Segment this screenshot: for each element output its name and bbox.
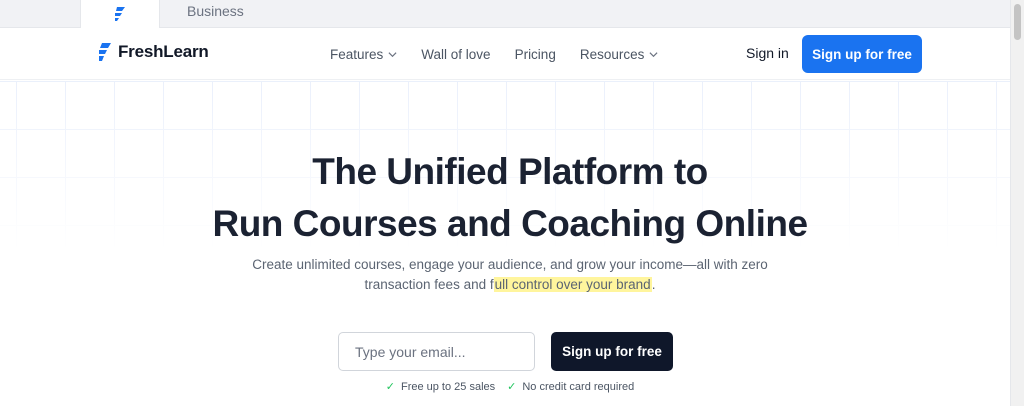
subtitle-highlight: ull control over your brand xyxy=(493,277,652,292)
nav-item-label: Wall of love xyxy=(421,46,491,62)
signup-button-header[interactable]: Sign up for free xyxy=(802,35,922,73)
hero-subtitle-line-2: transaction fees and full control over y… xyxy=(0,275,1010,295)
subtitle-suffix: . xyxy=(651,277,656,292)
nav-item-wall-of-love[interactable]: Wall of love xyxy=(421,47,490,62)
perk-label: No credit card required xyxy=(522,380,635,393)
nav-item-pricing[interactable]: Pricing xyxy=(515,47,556,62)
nav-item-resources[interactable]: Resources xyxy=(580,47,659,62)
brand-logo[interactable]: FreshLearn xyxy=(98,42,209,62)
subtitle-prefix: transaction fees and f xyxy=(364,277,494,292)
scrollbar[interactable] xyxy=(1010,0,1024,406)
nav-item-label: Resources xyxy=(579,46,645,62)
check-icon: ✓ xyxy=(507,381,517,393)
tab-freshlearn[interactable] xyxy=(80,0,160,28)
hero-section: The Unified Platform to Run Courses and … xyxy=(0,81,1010,406)
nav-item-features[interactable]: Features xyxy=(330,47,397,62)
perk-item: ✓ Free up to 25 sales xyxy=(385,380,496,394)
sign-in-link[interactable]: Sign in xyxy=(746,45,789,61)
hero-title-line-2: Run Courses and Coaching Online xyxy=(212,203,808,244)
top-nav: FreshLearn Features Wall of love Pricing… xyxy=(0,28,1010,80)
email-input[interactable] xyxy=(338,332,535,371)
hero-title-line-1: The Unified Platform to xyxy=(312,151,708,192)
brand-name: FreshLearn xyxy=(118,42,209,61)
nav-item-label: Pricing xyxy=(514,46,556,62)
nav-item-label: Features xyxy=(330,46,384,62)
freshlearn-logo-icon xyxy=(99,43,111,61)
perk-item: ✓ No credit card required xyxy=(507,380,635,394)
perks-list: ✓ Free up to 25 sales ✓ No credit card r… xyxy=(0,380,1010,394)
tab-strip: Business xyxy=(0,0,1010,28)
nav-links: Features Wall of love Pricing Resources xyxy=(330,28,658,80)
tab-business[interactable]: Business xyxy=(187,0,244,28)
check-icon: ✓ xyxy=(385,381,395,393)
chevron-down-icon xyxy=(388,51,397,57)
hero-subtitle-line-1: Create unlimited courses, engage your au… xyxy=(252,257,768,272)
scrollbar-thumb[interactable] xyxy=(1014,4,1021,40)
freshlearn-logo-icon xyxy=(115,7,125,21)
perk-label: Free up to 25 sales xyxy=(400,380,496,393)
chevron-down-icon xyxy=(649,51,658,57)
signup-button-hero[interactable]: Sign up for free xyxy=(551,332,673,371)
